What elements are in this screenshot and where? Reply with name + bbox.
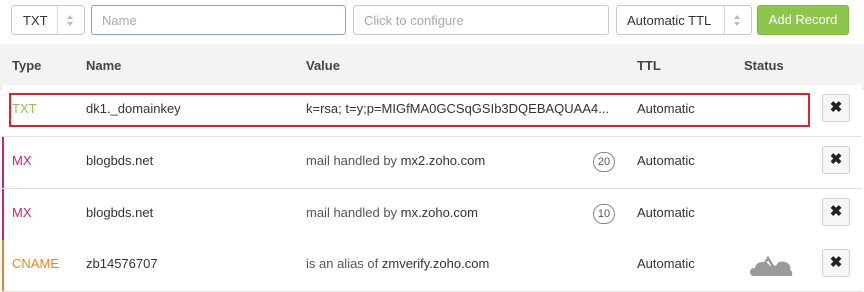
close-icon: ✖ <box>829 203 843 220</box>
value-input[interactable]: Click to configure <box>353 5 609 35</box>
chevron-up-icon <box>67 15 73 19</box>
table-header: Type Name Value TTL Status <box>0 44 864 89</box>
record-ttl[interactable]: Automatic <box>637 256 695 271</box>
record-value[interactable]: mail handled by mx.zoho.com <box>306 205 478 220</box>
delete-button[interactable]: ✖ <box>822 94 850 122</box>
ttl-select-spinner[interactable] <box>724 6 751 34</box>
value-host: zmverify.zoho.com <box>381 256 490 271</box>
value-prefix: mail handled by <box>306 153 401 168</box>
record-type: CNAME <box>12 256 59 271</box>
chevron-down-icon <box>67 22 73 26</box>
header-type[interactable]: Type <box>12 58 41 73</box>
delete-button[interactable]: ✖ <box>822 198 850 226</box>
add-record-button[interactable]: Add Record <box>757 5 849 35</box>
chevron-up-icon <box>734 15 740 19</box>
delete-button[interactable]: ✖ <box>822 249 850 277</box>
priority-badge[interactable]: 20 <box>593 152 615 172</box>
value-prefix: mail handled by <box>306 205 401 220</box>
ttl-select[interactable]: Automatic TTL <box>616 5 752 35</box>
type-select[interactable]: TXT <box>11 5 85 35</box>
close-icon: ✖ <box>829 254 843 271</box>
value-prefix: is an alias of <box>306 256 382 271</box>
name-input[interactable] <box>91 5 346 35</box>
close-icon: ✖ <box>829 99 843 116</box>
priority-badge[interactable]: 10 <box>593 204 615 224</box>
record-name[interactable]: zb14576707 <box>86 256 158 271</box>
type-select-value: TXT <box>23 13 48 28</box>
record-ttl[interactable]: Automatic <box>637 205 695 220</box>
header-status: Status <box>744 58 784 73</box>
value-host: mx2.zoho.com <box>400 153 486 168</box>
table-row[interactable]: MX blogbds.net mail handled by mx2.zoho.… <box>2 137 862 189</box>
type-accent-bar <box>2 189 4 240</box>
record-value[interactable]: mail handled by mx2.zoho.com <box>306 153 485 168</box>
header-name[interactable]: Name <box>86 58 121 73</box>
record-toolbar: TXT Click to configure Automatic TTL Add… <box>0 0 864 44</box>
ttl-select-value: Automatic TTL <box>627 13 712 28</box>
header-ttl[interactable]: TTL <box>637 58 661 73</box>
header-value[interactable]: Value <box>306 58 340 73</box>
record-type: MX <box>12 205 32 220</box>
cloud-icon[interactable] <box>748 254 794 283</box>
delete-button[interactable]: ✖ <box>822 146 850 174</box>
type-accent-bar <box>2 137 4 188</box>
value-host: mx.zoho.com <box>400 205 478 220</box>
type-accent-bar <box>2 240 4 291</box>
record-ttl[interactable]: Automatic <box>637 153 695 168</box>
close-icon: ✖ <box>829 151 843 168</box>
value-input-placeholder: Click to configure <box>364 13 464 28</box>
record-type: MX <box>12 153 32 168</box>
record-name[interactable]: blogbds.net <box>86 205 153 220</box>
table-row[interactable]: CNAME zb14576707 is an alias of zmverify… <box>2 240 862 292</box>
table-row[interactable]: MX blogbds.net mail handled by mx.zoho.c… <box>2 189 862 241</box>
chevron-down-icon <box>734 22 740 26</box>
type-select-spinner[interactable] <box>57 6 84 34</box>
record-value[interactable]: is an alias of zmverify.zoho.com <box>306 256 489 271</box>
highlight-box <box>9 93 810 127</box>
record-name[interactable]: blogbds.net <box>86 153 153 168</box>
